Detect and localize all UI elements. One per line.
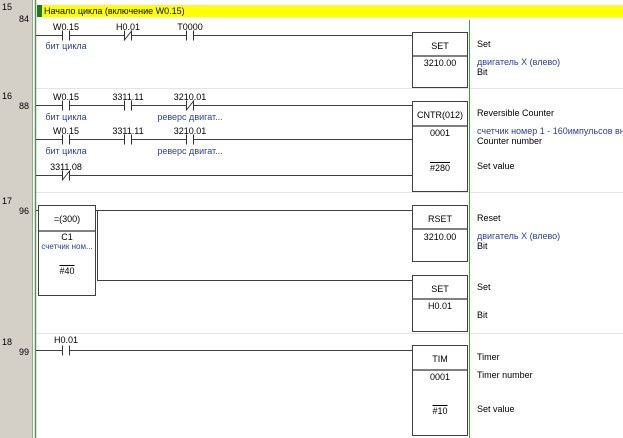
nc-contact-icon[interactable] xyxy=(123,30,133,41)
instruction-operand: 3210.00 xyxy=(423,58,457,68)
contact-address[interactable]: H0.01 xyxy=(54,335,78,345)
operand-label: Bit xyxy=(477,241,488,251)
instruction-desc: Reset xyxy=(477,213,501,223)
nc-contact-icon[interactable] xyxy=(61,170,71,181)
instruction-name: SET xyxy=(431,41,449,51)
instruction-desc: Set xyxy=(477,282,491,292)
nc-contact-icon[interactable] xyxy=(185,100,195,111)
instruction-operand: C1 xyxy=(61,232,73,242)
instruction-operand: H0.01 xyxy=(427,301,453,311)
contact-address[interactable]: 3311.11 xyxy=(112,126,143,136)
instruction-operand: 0001 xyxy=(429,372,451,382)
contact-address[interactable]: W0.15 xyxy=(53,92,79,102)
instruction-name: SET xyxy=(431,284,449,294)
rset-instruction[interactable]: RSET 3210.00 xyxy=(412,205,468,262)
contact-comment: бит цикла xyxy=(45,112,87,122)
operand-comment: счетчик номер 1 - 160импульсов вниз xyxy=(477,126,623,136)
divider xyxy=(413,298,467,300)
contact-address[interactable]: 3210.01 xyxy=(174,92,207,102)
no-contact-icon[interactable] xyxy=(62,345,70,356)
no-contact-icon[interactable] xyxy=(62,30,70,41)
set-value-label: Set value xyxy=(477,404,515,414)
no-contact-icon[interactable] xyxy=(124,100,132,111)
operand-label: Counter number xyxy=(477,136,543,146)
set-value-label: Set value xyxy=(477,161,515,171)
no-contact-icon[interactable] xyxy=(186,134,194,145)
contact-address[interactable]: T0000 xyxy=(177,22,203,32)
contact-comment: реверс двигат... xyxy=(157,112,223,122)
operand-label: Bit xyxy=(477,67,488,77)
set-instruction[interactable]: SET 3210.00 xyxy=(412,32,468,88)
instruction-operand: 0001 xyxy=(429,128,451,138)
no-contact-icon[interactable] xyxy=(62,134,70,145)
set-value: #280 xyxy=(429,163,451,173)
contact-comment: бит цикла xyxy=(45,41,87,51)
contact-address[interactable]: W0.15 xyxy=(53,22,79,32)
divider xyxy=(413,55,467,57)
instruction-name: =(300) xyxy=(53,214,81,224)
instruction-desc: Reversible Counter xyxy=(477,108,555,118)
contact-address[interactable]: 3210.01 xyxy=(174,126,207,136)
no-contact-icon[interactable] xyxy=(124,134,132,145)
no-contact-icon[interactable] xyxy=(62,100,70,111)
compare-value: #40 xyxy=(59,266,75,276)
divider xyxy=(413,369,467,371)
contact-address[interactable]: 3311.08 xyxy=(50,162,82,172)
set-value: #10 xyxy=(432,406,448,416)
operand-comment: счетчик ном... xyxy=(41,242,93,251)
contact-comment: бит цикла xyxy=(45,146,87,156)
contact-address[interactable]: W0.15 xyxy=(53,126,79,136)
instruction-desc: Timer xyxy=(477,352,500,362)
operand-comment: двигатель X (влево) xyxy=(477,57,561,67)
contact-comment: реверс двигат... xyxy=(157,146,223,156)
operand-comment: двигатель X (влево) xyxy=(477,231,561,241)
tim-instruction[interactable]: TIM 0001 #10 xyxy=(412,345,468,436)
instruction-operand: 3210.00 xyxy=(423,232,457,242)
divider xyxy=(413,228,467,230)
no-contact-icon[interactable] xyxy=(186,30,194,41)
cntr-instruction[interactable]: CNTR(012) 0001 #280 xyxy=(412,101,468,192)
instruction-desc: Set xyxy=(477,39,491,49)
set-instruction[interactable]: SET H0.01 xyxy=(412,275,468,332)
operand-label: Bit xyxy=(477,310,488,320)
contact-address[interactable]: H0.01 xyxy=(116,22,140,32)
contact-address[interactable]: 3311.11 xyxy=(112,92,143,102)
instruction-name: CNTR(012) xyxy=(416,110,464,120)
operand-label: Timer number xyxy=(477,370,533,380)
instruction-name: TIM xyxy=(432,354,448,364)
compare-instruction[interactable]: =(300) C1 счетчик ном... #40 xyxy=(38,205,96,296)
divider xyxy=(413,125,467,127)
instruction-name: RSET xyxy=(427,214,453,224)
